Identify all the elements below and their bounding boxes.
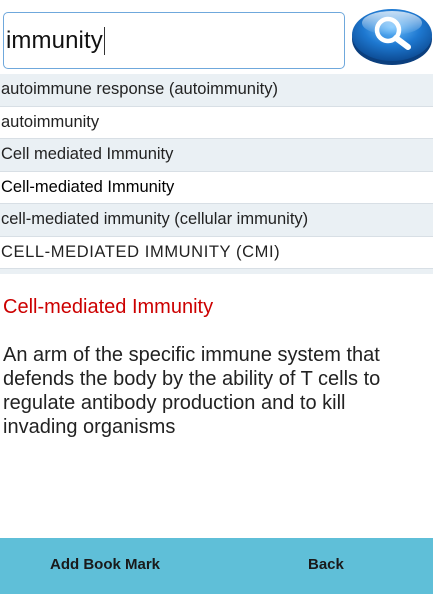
suggestion-item[interactable]: CELL-MEDIATED IMMUNITY (CMI) — [0, 237, 433, 269]
suggestion-item[interactable]: autoimmune response (autoimmunity) — [0, 74, 433, 107]
suggestion-item[interactable]: Cell-mediated Immunity — [0, 172, 433, 204]
search-bar: immunity — [0, 0, 433, 74]
suggestion-item[interactable]: Cell mediated Immunity — [0, 139, 433, 172]
magnifier-icon — [352, 9, 432, 65]
add-bookmark-button[interactable]: Add Book Mark — [50, 556, 160, 573]
suggestion-item[interactable]: cell-mediated immunity (cellular immunit… — [0, 204, 433, 237]
text-caret — [103, 26, 106, 55]
entry-title: Cell-mediated Immunity — [3, 296, 214, 318]
suggestion-item[interactable]: autoimmunity — [0, 107, 433, 139]
search-input-value: immunity — [6, 26, 103, 54]
list-bottom-divider — [0, 269, 433, 274]
entry-definition: An arm of the specific immune system tha… — [3, 344, 381, 438]
back-button[interactable]: Back — [308, 556, 344, 573]
bottom-bar: Add Book Mark Back — [0, 538, 433, 594]
search-input[interactable]: immunity — [3, 12, 345, 69]
suggestion-list: autoimmune response (autoimmunity) autoi… — [0, 74, 433, 269]
search-button[interactable] — [350, 3, 433, 67]
